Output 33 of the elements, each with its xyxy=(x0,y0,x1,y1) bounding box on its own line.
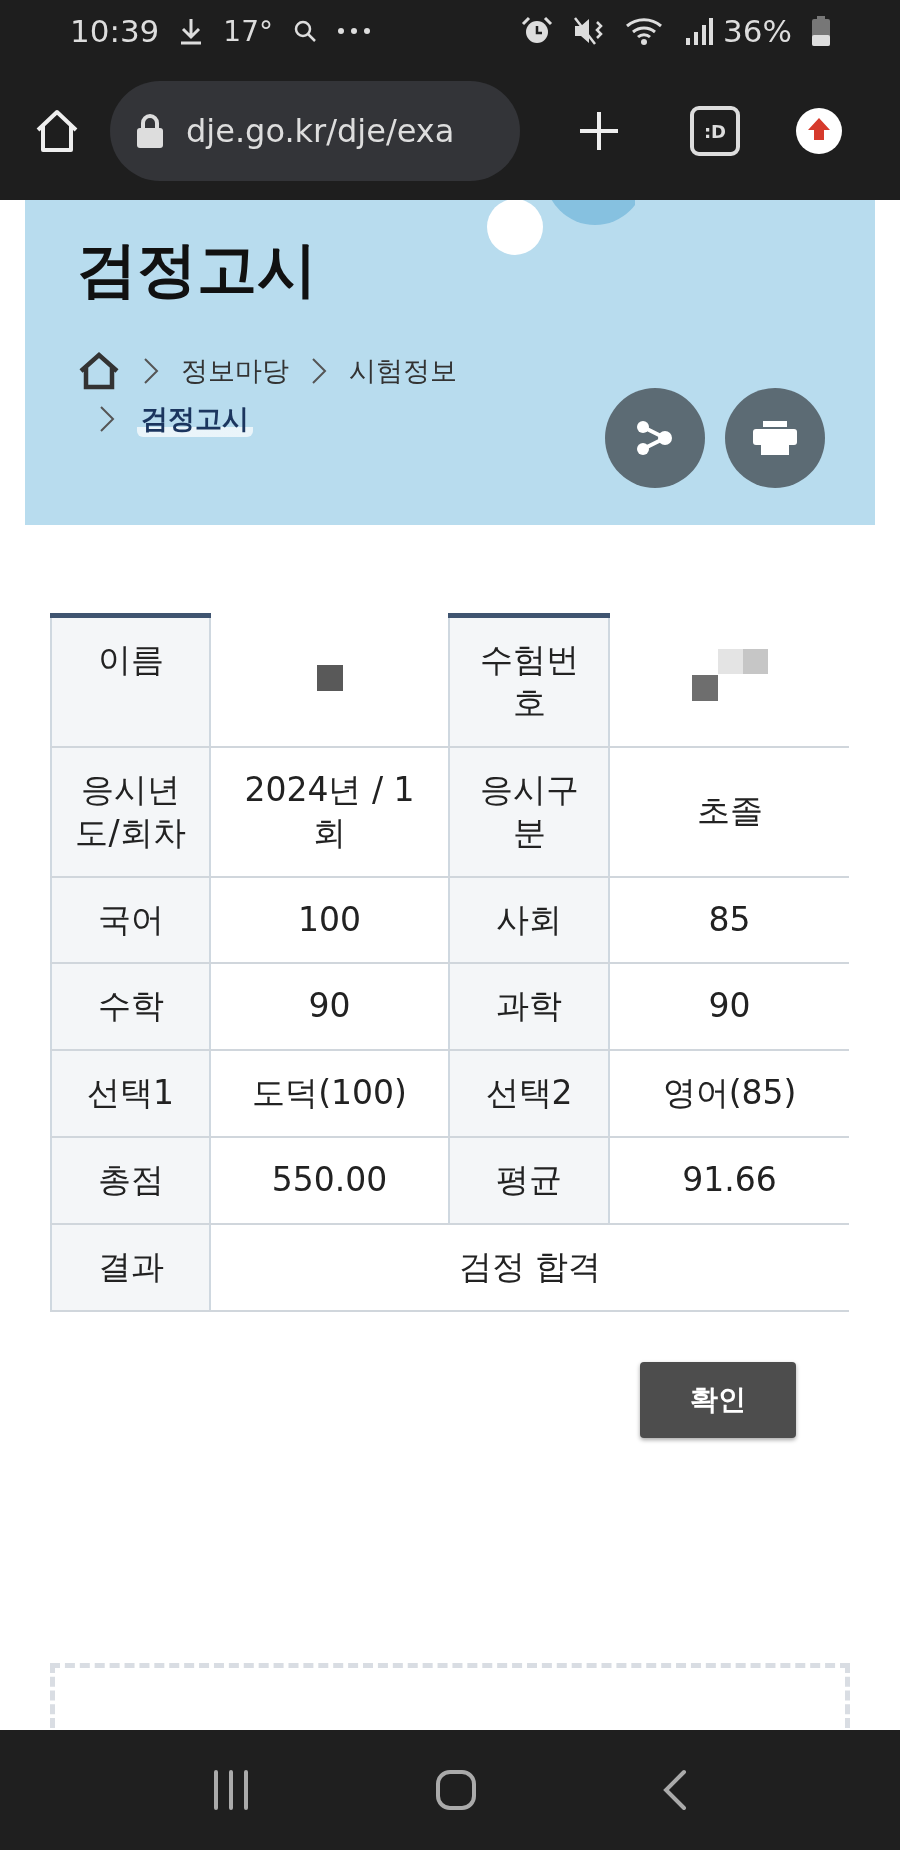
row-label: 수학 xyxy=(51,963,210,1051)
page-title: 검정고시 xyxy=(77,233,318,306)
row-label: 결과 xyxy=(51,1224,210,1311)
confirm-button[interactable]: 확인 xyxy=(640,1362,796,1438)
table-cell: 초졸 xyxy=(609,746,849,877)
row-label: 국어 xyxy=(51,876,210,964)
row-label: 응시년도/회차 xyxy=(51,746,210,877)
row-label: 선택1 xyxy=(51,1050,210,1138)
table-cell: 100 xyxy=(210,876,449,964)
row-label: 총점 xyxy=(51,1137,210,1225)
table-cell: 550.00 xyxy=(210,1137,449,1225)
row-label: 수험번호 xyxy=(449,615,609,747)
row-label: 응시구분 xyxy=(449,746,609,877)
table-cell: 85 xyxy=(609,876,849,964)
table-cell: 영어(85) xyxy=(609,1050,849,1138)
table-cell: 2024년 / 1회 xyxy=(210,746,449,877)
table-cell: 도덕(100) xyxy=(210,1050,449,1138)
clock-time: 10:39 xyxy=(70,13,160,49)
url-field[interactable]: dje.go.kr/dje/exa xyxy=(110,81,520,181)
table-cell: 90 xyxy=(210,963,449,1051)
temperature: 17° xyxy=(223,14,273,48)
breadcrumb-link[interactable]: 시험정보 xyxy=(349,353,457,389)
row-label: 사회 xyxy=(449,876,609,964)
row-label: 과학 xyxy=(449,963,609,1051)
row-label: 선택2 xyxy=(449,1050,609,1138)
battery-percent: 36% xyxy=(723,13,792,49)
table-cell: 90 xyxy=(609,963,849,1051)
row-label: 평균 xyxy=(449,1137,609,1225)
breadcrumb-link[interactable]: 정보마당 xyxy=(181,353,289,389)
table-cell: 검정 합격 xyxy=(210,1224,849,1311)
row-label: 이름 xyxy=(51,615,210,747)
tabs-button[interactable]: :D xyxy=(690,106,740,156)
table-cell: 91.66 xyxy=(609,1137,849,1225)
